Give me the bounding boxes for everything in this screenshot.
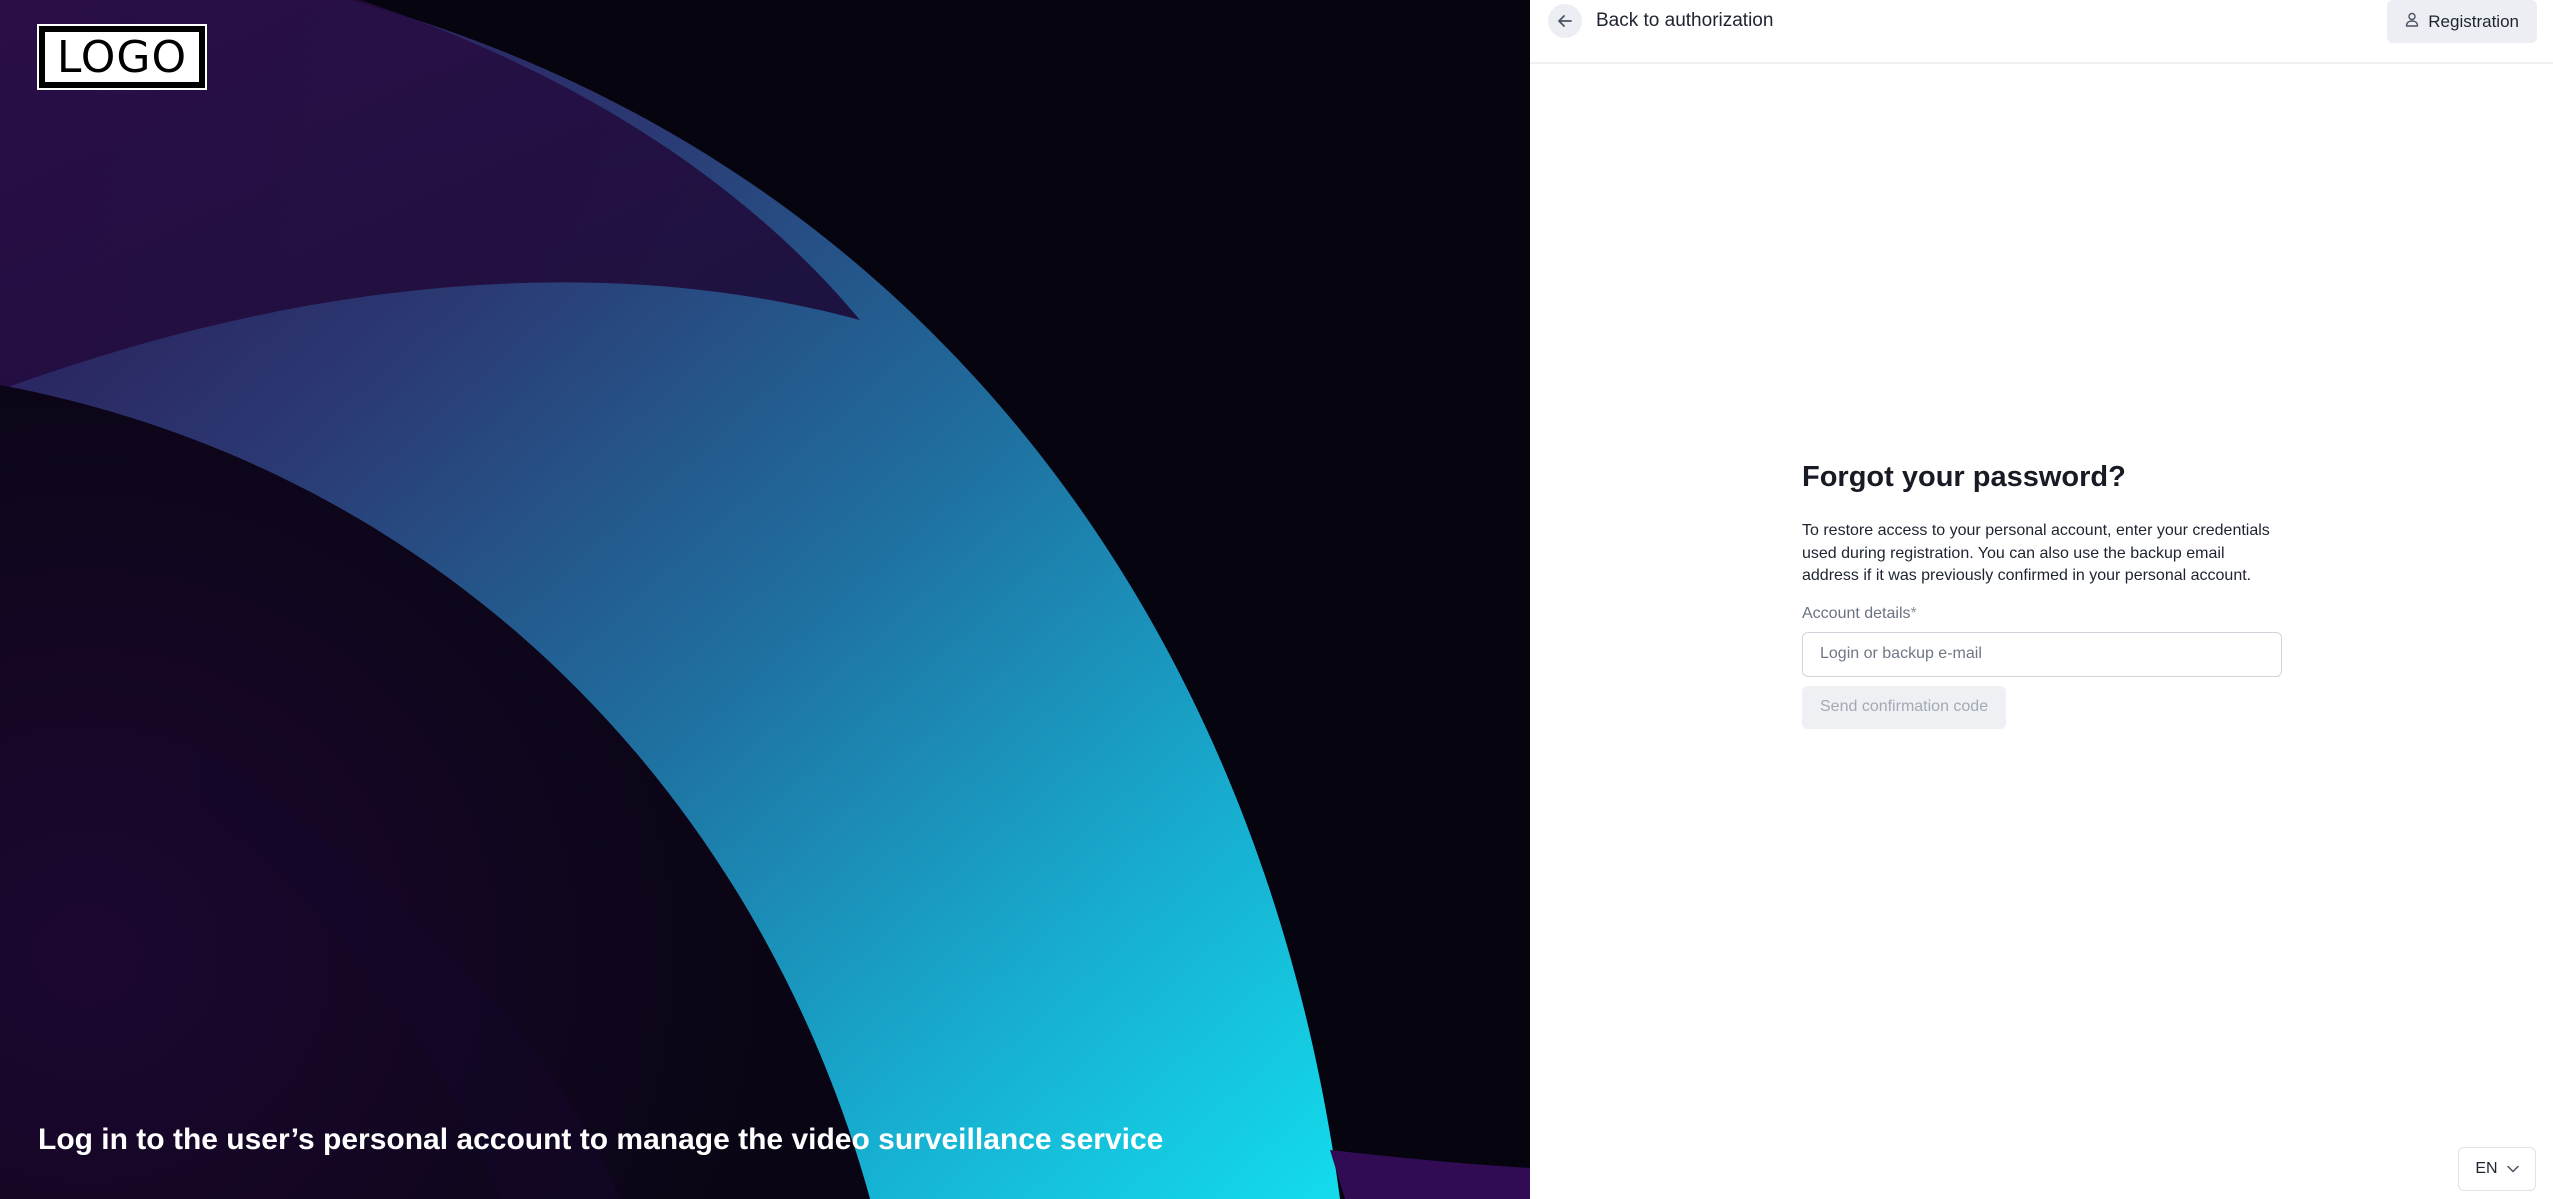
logo: LOGO bbox=[37, 24, 207, 90]
back-label: Back to authorization bbox=[1596, 10, 1774, 31]
auth-panel: Back to authorization Registration Forgo… bbox=[1530, 0, 2553, 1199]
hero-panel: LOGO Log in to the user’s personal accou… bbox=[0, 0, 1530, 1199]
account-details-label: Account details* bbox=[1802, 604, 2282, 624]
user-icon bbox=[2405, 12, 2419, 32]
account-details-input[interactable] bbox=[1802, 631, 2282, 677]
back-to-authorization-button[interactable]: Back to authorization bbox=[1548, 4, 1773, 38]
required-marker: * bbox=[1910, 604, 1917, 622]
logo-text: LOGO bbox=[43, 30, 201, 84]
form-title: Forgot your password? bbox=[1802, 461, 2126, 493]
registration-button[interactable]: Registration bbox=[2387, 0, 2537, 43]
account-details-label-text: Account details bbox=[1802, 604, 1911, 622]
language-selector[interactable]: EN bbox=[2458, 1147, 2536, 1191]
forgot-password-form: Forgot your password? To restore access … bbox=[1802, 458, 2282, 729]
hero-caption: Log in to the user’s personal account to… bbox=[38, 1123, 1164, 1156]
top-bar: Back to authorization Registration bbox=[1530, 0, 2553, 64]
hero-background bbox=[0, 0, 1530, 1199]
language-label: EN bbox=[2475, 1160, 2498, 1177]
arrow-left-icon[interactable] bbox=[1548, 4, 1582, 38]
registration-label: Registration bbox=[2428, 11, 2519, 31]
send-confirmation-code-button[interactable]: Send confirmation code bbox=[1802, 685, 2007, 729]
chevron-down-icon bbox=[2506, 1160, 2519, 1178]
form-description: To restore access to your personal accou… bbox=[1802, 522, 2270, 584]
